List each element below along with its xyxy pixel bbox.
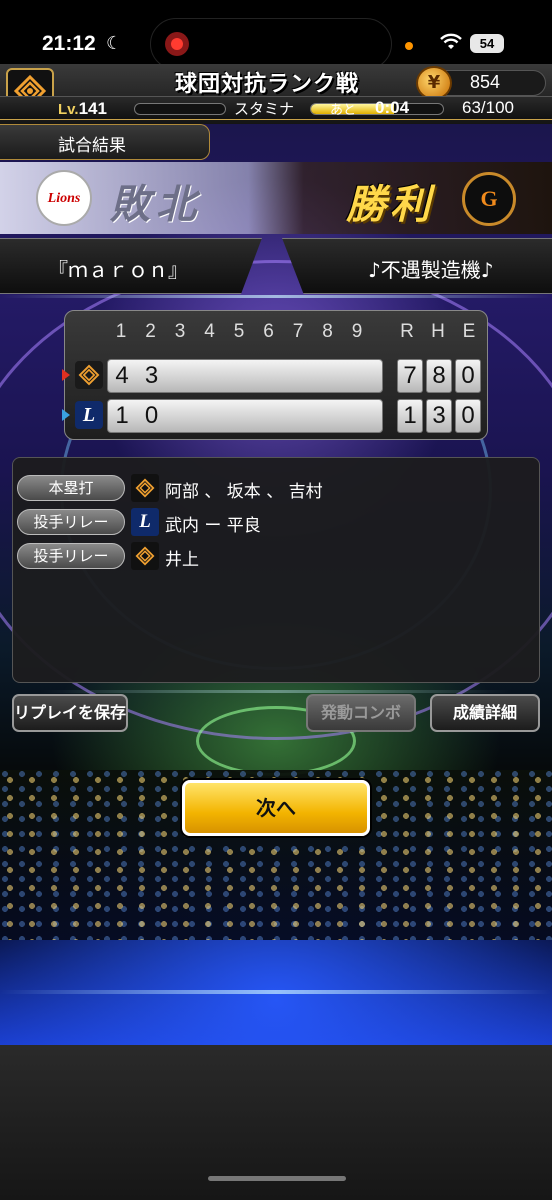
stamina-value: 63/100 — [462, 98, 514, 117]
inning-scores-bar: 43 — [107, 359, 383, 393]
recovery-prefix: あと — [330, 103, 357, 118]
scoreboard-row-giants: 43 780 — [62, 359, 483, 393]
light-streak — [0, 990, 552, 994]
recording-icon — [165, 32, 189, 56]
rhe-header: E — [462, 321, 476, 342]
log-row: 投手リレー 井上 — [17, 541, 537, 571]
inning-header: 7 — [292, 321, 304, 342]
giants-logo: G — [462, 172, 516, 226]
recovery-timer: 0:04 — [375, 98, 410, 117]
inning-scores-bar: 10 — [107, 399, 383, 433]
save-replay-button[interactable]: リプレイを保存 — [12, 694, 128, 732]
player-name-left-text: 『ｍａｒｏｎ』 — [48, 258, 188, 282]
level-stamina-row: Lv.141 スタミナ あと 0:04 63/100 — [0, 96, 552, 120]
coin-icon: ¥ — [416, 66, 452, 100]
battery-indicator: 54 — [470, 34, 504, 53]
inning-score: 0 — [144, 402, 159, 429]
player-name-right-text: ♪不遇製造機♪ — [368, 258, 494, 282]
inning-header: 5 — [233, 321, 245, 342]
log-text: 武内 ー 平良 — [165, 516, 261, 536]
lions-emblem-icon: L — [131, 508, 159, 536]
errors-cell: 0 — [455, 399, 481, 433]
win-label: 勝利 — [346, 182, 434, 228]
status-time: 21:12 — [42, 32, 96, 55]
mode-title: 球団対抗ランク戦 — [175, 72, 360, 97]
giants-emblem-icon — [131, 474, 159, 502]
game-log-panel: 本塁打 阿部 、 坂本 、 吉村 投手リレー L 武内 ー 平良 投手リレー 井… — [12, 457, 540, 683]
log-label-pill: 投手リレー — [17, 543, 125, 569]
result-band: Lions 敗北 勝利 G — [0, 162, 552, 234]
player-name-left: 『ｍａｒｏｎ』 — [0, 238, 262, 294]
giants-emblem-icon — [131, 542, 159, 570]
log-label-pill: 投手リレー — [17, 509, 125, 535]
inning-score: 3 — [144, 362, 159, 389]
log-text: 阿部 、 坂本 、 吉村 — [165, 482, 323, 502]
scoreboard: 123456789RHE 43 780 L 10 130 — [62, 310, 488, 440]
light-streak — [0, 295, 552, 298]
home-indicator[interactable] — [208, 1176, 346, 1181]
level-label: Lv.141 — [58, 99, 107, 118]
result-tab: 試合結果 — [0, 124, 210, 160]
inning-score: 1 — [115, 402, 129, 429]
inning-header: 4 — [204, 321, 215, 342]
wifi-icon — [440, 33, 462, 49]
runs-cell: 7 — [397, 359, 423, 393]
runs-cell: 1 — [397, 399, 423, 433]
rhe-header: H — [431, 321, 445, 342]
light-streak — [40, 690, 512, 693]
inning-header: 2 — [145, 321, 156, 342]
inning-header: 8 — [322, 321, 333, 342]
stats-detail-button[interactable]: 成績詳細 — [430, 694, 540, 732]
rhe-header: R — [400, 321, 414, 342]
inning-header: 6 — [263, 321, 274, 342]
status-bar: 21:12 ☾ 54 — [0, 0, 552, 70]
row-marker-icon — [62, 369, 70, 381]
mic-indicator-icon — [405, 42, 413, 50]
log-row: 本塁打 阿部 、 坂本 、 吉村 — [17, 473, 537, 503]
player-name-right: ♪不遇製造機♪ — [282, 238, 552, 294]
inning-header: 9 — [351, 321, 363, 342]
hits-cell: 8 — [426, 359, 452, 393]
errors-cell: 0 — [455, 359, 481, 393]
scoreboard-row-lions: L 10 130 — [62, 399, 483, 433]
next-button[interactable]: 次へ — [182, 780, 370, 836]
lose-label: 敗北 — [110, 182, 202, 228]
row-marker-icon — [62, 409, 70, 421]
inning-header: 1 — [115, 321, 127, 342]
combo-button[interactable]: 発動コンボ — [306, 694, 416, 732]
lions-emblem-icon: L — [75, 401, 103, 429]
inning-score: 4 — [115, 362, 129, 389]
log-label-pill: 本塁打 — [17, 475, 125, 501]
dynamic-island — [150, 18, 392, 70]
scoreboard-header: 123456789 RHE — [65, 321, 487, 345]
result-tab-label: 試合結果 — [58, 136, 126, 156]
stamina-label: スタミナ — [234, 100, 295, 118]
level-value: 141 — [78, 99, 107, 118]
log-row: 投手リレー L 武内 ー 平良 — [17, 507, 537, 537]
giants-emblem-icon — [75, 361, 103, 389]
moon-icon: ☾ — [106, 33, 123, 54]
hits-cell: 3 — [426, 399, 452, 433]
lions-logo: Lions — [36, 170, 92, 226]
exp-bar — [134, 103, 226, 115]
inning-header: 3 — [174, 321, 186, 342]
coin-value: 854 — [470, 72, 501, 92]
log-text: 井上 — [165, 550, 199, 570]
